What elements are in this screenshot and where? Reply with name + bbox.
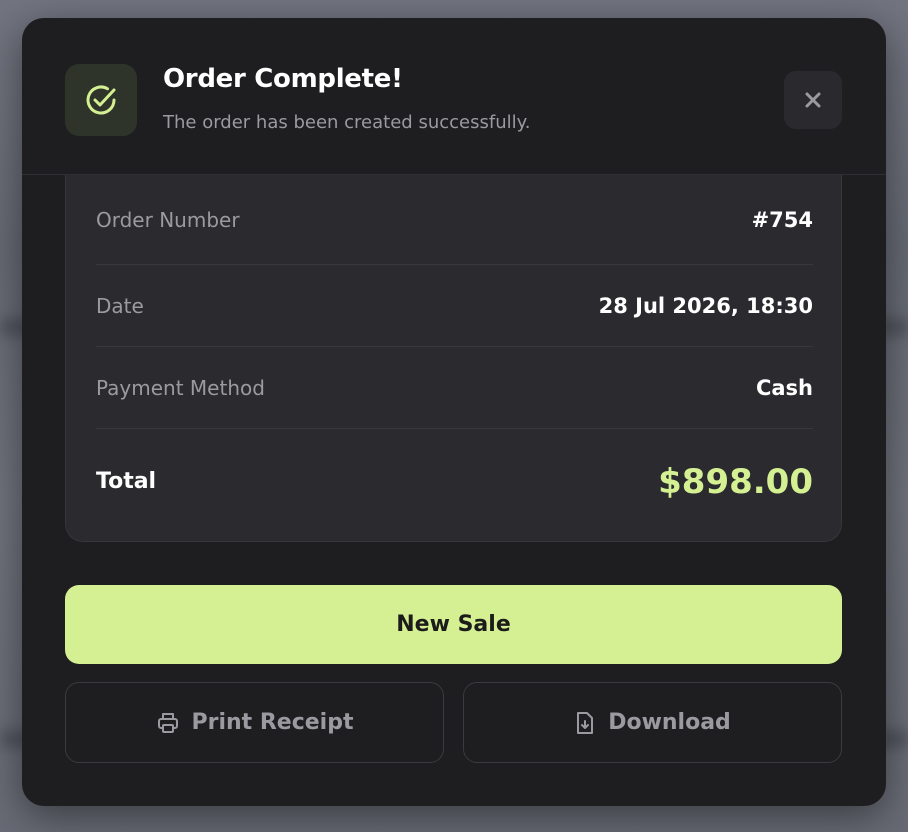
new-sale-button[interactable]: New Sale: [65, 585, 842, 664]
total-label: Total: [96, 469, 157, 494]
printer-icon: [156, 711, 180, 735]
order-number-label: Order Number: [96, 207, 240, 232]
date-label: Date: [96, 293, 144, 318]
close-button[interactable]: [784, 71, 842, 129]
modal-subtitle: The order has been created successfully.: [163, 112, 531, 133]
order-number-row: Order Number #754: [96, 175, 813, 265]
payment-method-label: Payment Method: [96, 375, 265, 400]
order-details-card: Order Number #754 Date 28 Jul 2026, 18:3…: [65, 175, 842, 542]
order-number-value: #754: [751, 207, 813, 232]
success-badge: [65, 64, 137, 136]
total-value: $898.00: [658, 461, 813, 502]
file-download-icon: [574, 711, 596, 735]
modal-header: Order Complete! The order has been creat…: [22, 18, 886, 175]
order-complete-modal: Order Complete! The order has been creat…: [22, 18, 886, 806]
check-circle-icon: [83, 82, 119, 118]
total-row: Total $898.00: [96, 429, 813, 534]
download-button[interactable]: Download: [463, 682, 842, 763]
print-receipt-label: Print Receipt: [191, 710, 354, 735]
close-icon: [804, 91, 822, 109]
download-label: Download: [608, 710, 731, 735]
modal-title: Order Complete!: [163, 64, 403, 94]
date-row: Date 28 Jul 2026, 18:30: [96, 265, 813, 347]
payment-method-value: Cash: [755, 375, 813, 400]
date-value: 28 Jul 2026, 18:30: [598, 293, 813, 318]
payment-method-row: Payment Method Cash: [96, 347, 813, 429]
print-receipt-button[interactable]: Print Receipt: [65, 682, 444, 763]
